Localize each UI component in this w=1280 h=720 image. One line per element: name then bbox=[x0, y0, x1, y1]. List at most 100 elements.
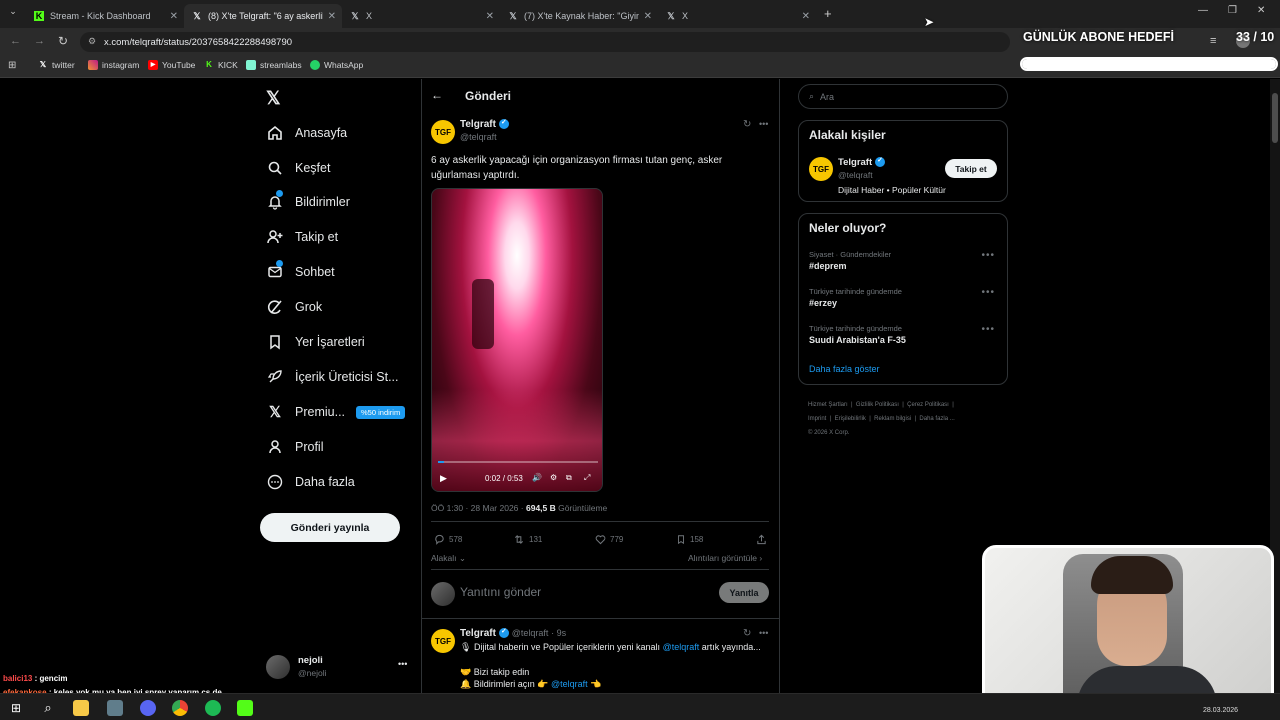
sidebar-item-profil[interactable]: Profil bbox=[266, 432, 323, 462]
author-handle[interactable]: @telqraft bbox=[460, 132, 497, 142]
back-arrow-icon[interactable]: ← bbox=[431, 88, 443, 102]
like-action[interactable]: 779 bbox=[595, 534, 623, 545]
tab-search-icon[interactable]: ⌄ bbox=[6, 6, 20, 20]
trend-item[interactable]: Türkiye tarihinde gündemde Suudi Arabist… bbox=[809, 324, 906, 345]
post-video[interactable]: ▶ 0:02 / 0:53 🔊 ⚙ ⧉ ⤢ bbox=[431, 188, 603, 492]
tab-kick-dashboard[interactable]: K Stream - Kick Dashboard ✕ bbox=[26, 4, 184, 28]
repost-action[interactable]: 131 bbox=[513, 534, 542, 545]
trend-item[interactable]: Siyaset · Gündemdekiler #deprem bbox=[809, 250, 891, 271]
scrollbar-thumb[interactable] bbox=[1272, 93, 1278, 143]
more-dots-icon[interactable]: ••• bbox=[759, 628, 768, 638]
window-close-button[interactable]: ✕ bbox=[1257, 5, 1265, 16]
tab-kaynak-haber[interactable]: 𝕏 (7) X'te Kaynak Haber: "Giyim tı ✕ bbox=[500, 4, 658, 28]
site-info-icon[interactable]: ⚙ bbox=[88, 36, 96, 47]
search-input[interactable]: Ara bbox=[820, 92, 834, 102]
bookmark-kick[interactable]: K KICK bbox=[204, 60, 238, 70]
fullscreen-icon[interactable]: ⤢ bbox=[584, 473, 590, 483]
reply-author-avatar[interactable]: TGF bbox=[431, 629, 455, 653]
reply-action[interactable]: 578 bbox=[434, 534, 462, 545]
related-name[interactable]: Telgraft bbox=[838, 156, 886, 168]
pip-icon[interactable]: ⧉ bbox=[566, 473, 572, 483]
reply-input[interactable]: Yanıtını gönder bbox=[460, 585, 541, 599]
search-icon[interactable]: ⌕ bbox=[40, 700, 56, 716]
post-timestamp[interactable]: ÖÖ 1:30 · 28 Mar 2026 · bbox=[431, 503, 524, 513]
close-icon[interactable]: ✕ bbox=[644, 11, 652, 22]
reply-author-name[interactable]: Telgraft bbox=[460, 628, 496, 639]
video-progress-track[interactable] bbox=[438, 461, 598, 463]
close-icon[interactable]: ✕ bbox=[486, 11, 494, 22]
bookmark-twitter[interactable]: 𝕏twitter bbox=[38, 60, 75, 70]
account-switcher[interactable]: nejoli @nejoli ••• bbox=[266, 653, 412, 681]
post-button[interactable]: Gönderi yayınla bbox=[260, 513, 400, 542]
volume-icon[interactable]: 🔊 bbox=[532, 473, 542, 482]
follow-button[interactable]: Takip et bbox=[945, 159, 997, 178]
close-icon[interactable]: ✕ bbox=[802, 11, 810, 22]
show-more-link[interactable]: Daha fazla göster bbox=[809, 364, 880, 374]
footer-link[interactable]: Erişilebilirlik bbox=[835, 416, 866, 422]
x-logo-icon[interactable]: 𝕏 bbox=[266, 88, 281, 109]
sidebar-item-takip-et[interactable]: Takip et bbox=[266, 222, 338, 252]
footer-link[interactable]: Gizlilik Politikası bbox=[856, 402, 899, 408]
bookmark-whatsapp[interactable]: WhatsApp bbox=[310, 60, 363, 70]
related-handle[interactable]: @telqraft bbox=[838, 170, 873, 180]
reply-author-handle[interactable]: @telqraft bbox=[512, 628, 549, 638]
related-dropdown[interactable]: Alakalı ⌄ bbox=[431, 553, 466, 564]
grok-explain-icon[interactable]: ↻ bbox=[743, 628, 751, 639]
sidebar-item-sohbet[interactable]: Sohbet bbox=[266, 257, 335, 287]
apps-grid-icon[interactable]: ⊞ bbox=[8, 60, 16, 71]
more-dots-icon[interactable]: ••• bbox=[981, 287, 995, 298]
file-explorer-icon[interactable] bbox=[73, 700, 89, 716]
forward-icon[interactable]: → bbox=[34, 35, 45, 47]
minimize-button[interactable]: — bbox=[1198, 5, 1208, 16]
discord-icon[interactable] bbox=[140, 700, 156, 716]
bookmark-instagram[interactable]: instagram bbox=[88, 60, 139, 70]
reply-button[interactable]: Yanıtla bbox=[719, 582, 769, 603]
mention-link[interactable]: @telqraft bbox=[663, 642, 700, 652]
play-icon[interactable]: ▶ bbox=[440, 473, 447, 484]
close-icon[interactable]: ✕ bbox=[328, 11, 336, 22]
app-icon[interactable] bbox=[107, 700, 123, 716]
search-box[interactable]: ⌕ Ara bbox=[798, 84, 1008, 109]
new-tab-button[interactable]: + bbox=[824, 6, 832, 21]
tab-x[interactable]: 𝕏 X ✕ bbox=[342, 4, 500, 28]
tab-telgraft[interactable]: 𝕏 (8) X'te Telgraft: "6 ay askerlik y ✕ bbox=[184, 4, 342, 28]
more-dots-icon[interactable]: ••• bbox=[981, 324, 995, 335]
bookmark-action[interactable]: 158 bbox=[676, 534, 703, 545]
footer-link[interactable]: Hizmet Şartları bbox=[808, 402, 848, 408]
sidebar-item-grok[interactable]: Grok bbox=[266, 292, 322, 322]
sidebar-item-premium[interactable]: 𝕏 Premiu... %50 indirim bbox=[266, 397, 406, 427]
sidebar-item-yer-isaretleri[interactable]: Yer İşaretleri bbox=[266, 327, 365, 357]
kick-icon[interactable] bbox=[237, 700, 253, 716]
sidebar-item-bildirimler[interactable]: Bildirimler bbox=[266, 187, 350, 217]
back-icon[interactable]: ← bbox=[10, 35, 21, 47]
sidebar-item-daha-fazla[interactable]: Daha fazla bbox=[266, 467, 355, 497]
footer-link[interactable]: Imprint bbox=[808, 416, 826, 422]
spotify-icon[interactable] bbox=[205, 700, 221, 716]
grok-explain-icon[interactable]: ↻ bbox=[743, 119, 751, 130]
related-avatar[interactable]: TGF bbox=[809, 157, 833, 181]
close-icon[interactable]: ✕ bbox=[170, 11, 178, 22]
author-avatar[interactable]: TGF bbox=[431, 120, 455, 144]
reload-icon[interactable]: ↻ bbox=[58, 34, 68, 48]
footer-link[interactable]: Daha fazla ... bbox=[919, 416, 954, 422]
bookmark-streamlabs[interactable]: streamlabs bbox=[246, 60, 302, 70]
sidebar-item-anasayfa[interactable]: Anasayfa bbox=[266, 118, 347, 148]
author-name[interactable]: Telgraft bbox=[460, 118, 509, 130]
mention-link[interactable]: @telqraft bbox=[551, 679, 588, 689]
view-quotes-link[interactable]: Alıntıları görüntüle › bbox=[688, 553, 762, 563]
trend-item[interactable]: Türkiye tarihinde gündemde #erzey bbox=[809, 287, 902, 308]
more-dots-icon[interactable]: ••• bbox=[398, 659, 407, 669]
footer-link[interactable]: Çerez Politikası bbox=[907, 402, 949, 408]
footer-link[interactable]: Reklam bilgisi bbox=[874, 416, 911, 422]
bookmark-youtube[interactable]: ▶ YouTube bbox=[148, 60, 195, 70]
more-dots-icon[interactable]: ••• bbox=[759, 119, 768, 129]
maximize-button[interactable]: ❐ bbox=[1228, 5, 1237, 16]
chrome-icon[interactable] bbox=[172, 700, 188, 716]
tab-x-2[interactable]: 𝕏 X ✕ bbox=[658, 4, 816, 28]
address-bar[interactable]: ⚙ x.com/telqraft/status/2037658422288498… bbox=[80, 32, 1010, 52]
settings-icon[interactable]: ⚙ bbox=[550, 473, 557, 482]
sidebar-item-icerik-ureticisi[interactable]: İçerik Üreticisi St... bbox=[266, 362, 399, 392]
sidebar-item-kesfet[interactable]: Keşfet bbox=[266, 153, 330, 183]
windows-start-icon[interactable]: ⊞ bbox=[8, 700, 24, 716]
more-dots-icon[interactable]: ••• bbox=[981, 250, 995, 261]
